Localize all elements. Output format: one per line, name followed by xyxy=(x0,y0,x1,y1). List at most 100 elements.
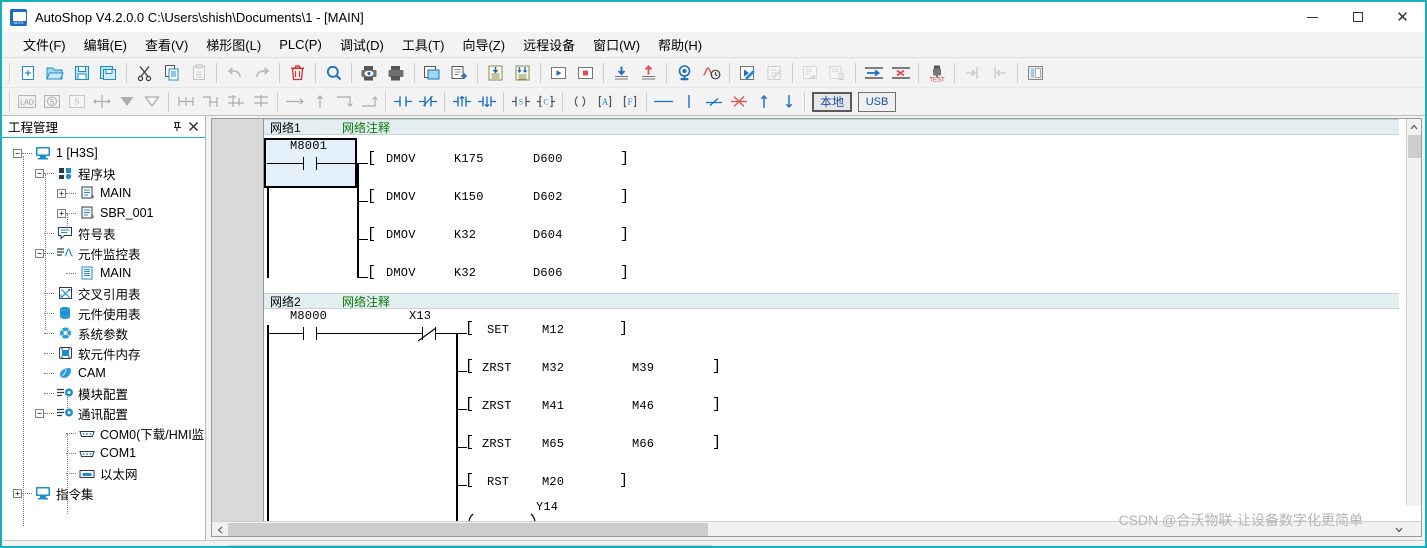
strip-scroll-track[interactable] xyxy=(229,543,1423,546)
branch-down-button[interactable] xyxy=(198,90,223,114)
ladder-vertical-scrollbar[interactable] xyxy=(1406,119,1421,506)
expander-expand-icon[interactable]: + xyxy=(57,208,66,218)
vertical-line-button[interactable] xyxy=(676,90,701,114)
tree-node-device-memory[interactable]: 软元件内存 xyxy=(2,343,205,363)
line-up-button[interactable] xyxy=(307,90,332,114)
expander-collapse-icon[interactable]: − xyxy=(35,168,44,178)
paste-button[interactable] xyxy=(185,60,212,86)
new-file-button[interactable] xyxy=(14,60,41,86)
tree-node-h3s[interactable]: − 1 [H3S] xyxy=(2,143,205,163)
network-comment[interactable]: 网络注释 xyxy=(342,119,390,136)
vertical-scroll-thumb[interactable] xyxy=(1408,135,1421,158)
panel-toggle-button[interactable] xyxy=(1022,60,1049,86)
pin-icon[interactable] xyxy=(169,119,185,135)
minimize-button[interactable] xyxy=(1290,2,1335,32)
insert-row-button[interactable] xyxy=(860,60,887,86)
stl-mode-button[interactable]: S xyxy=(39,90,64,114)
tree-node-monitor-main[interactable]: MAIN xyxy=(2,263,205,283)
falling-edge-button[interactable] xyxy=(474,90,499,114)
tree-node-system-params[interactable]: 系统参数 xyxy=(2,323,205,343)
cut-button[interactable] xyxy=(131,60,158,86)
step-in-button[interactable] xyxy=(959,60,986,86)
maximize-button[interactable] xyxy=(1335,2,1380,32)
insert-down-filled-button[interactable] xyxy=(114,90,139,114)
line-corner-up-button[interactable] xyxy=(357,90,382,114)
delete-button[interactable] xyxy=(284,60,311,86)
tree-node-device-usage[interactable]: 元件使用表 xyxy=(2,303,205,323)
tree-node-com0[interactable]: COM0(下载/HMI监 xyxy=(2,423,205,443)
line-right-button[interactable] xyxy=(282,90,307,114)
compile-button[interactable] xyxy=(797,60,824,86)
trend-chart-button[interactable] xyxy=(698,60,725,86)
branch-up-button[interactable] xyxy=(173,90,198,114)
step-out-button[interactable] xyxy=(986,60,1013,86)
print-button[interactable] xyxy=(383,60,410,86)
menu-edit[interactable]: 编辑(E) xyxy=(75,31,136,58)
monitor-button[interactable] xyxy=(671,60,698,86)
insert-down-hollow-button[interactable] xyxy=(139,90,164,114)
branch-split-button[interactable] xyxy=(248,90,273,114)
undo-button[interactable] xyxy=(221,60,248,86)
tree-node-ethernet[interactable]: 以太网 xyxy=(2,463,205,483)
menu-tools[interactable]: 工具(T) xyxy=(393,31,454,58)
ladder-canvas[interactable]: 网络1 网络注释 M8001 [DMOV K175 D600] [DMOV… xyxy=(264,119,1421,521)
usb-mode-button[interactable]: USB xyxy=(858,91,897,112)
menu-wizard[interactable]: 向导(Z) xyxy=(453,31,514,58)
local-mode-button[interactable]: 本地 xyxy=(812,91,853,112)
tree-node-main-program[interactable]: + s MAIN xyxy=(2,183,205,203)
copy-window-button[interactable] xyxy=(419,60,446,86)
save-all-button[interactable] xyxy=(95,60,122,86)
online-edit-button[interactable] xyxy=(734,60,761,86)
expander-collapse-icon[interactable]: − xyxy=(35,408,44,418)
menu-file[interactable]: 文件(F) xyxy=(14,31,75,58)
branch-merge-button[interactable] xyxy=(223,90,248,114)
print-preview-button[interactable] xyxy=(356,60,383,86)
menu-help[interactable]: 帮助(H) xyxy=(649,31,711,58)
strip-scroll-thumb[interactable] xyxy=(229,544,712,546)
tree-node-cross-reference[interactable]: 交叉引用表 xyxy=(2,283,205,303)
save-button[interactable] xyxy=(68,60,95,86)
menu-window[interactable]: 窗口(W) xyxy=(584,31,649,58)
write-to-plc-button[interactable] xyxy=(608,60,635,86)
plc-run-button[interactable] xyxy=(545,60,572,86)
tree-node-symbol-table[interactable]: 符号表 xyxy=(2,223,205,243)
insert-horizontal-button[interactable] xyxy=(89,90,114,114)
delete-cross-button[interactable] xyxy=(726,90,751,114)
arrow-up-button[interactable] xyxy=(751,90,776,114)
coil-c-button[interactable]: C xyxy=(533,90,558,114)
horizontal-line-button[interactable] xyxy=(651,90,676,114)
menu-ladder[interactable]: 梯形图(L) xyxy=(197,31,270,58)
delete-row-button[interactable] xyxy=(887,60,914,86)
strip-scroll-left-button[interactable] xyxy=(214,543,229,546)
redo-button[interactable] xyxy=(248,60,275,86)
expander-collapse-icon[interactable]: − xyxy=(13,148,22,158)
network-comment[interactable]: 网络注释 xyxy=(342,293,390,310)
scroll-left-button[interactable] xyxy=(212,522,227,536)
find-button[interactable] xyxy=(320,60,347,86)
tree-node-comm-config[interactable]: − 通讯配置 xyxy=(2,403,205,423)
menu-plc[interactable]: PLC(P) xyxy=(270,33,331,56)
tree-node-cam[interactable]: CAM xyxy=(2,363,205,383)
box-a-button[interactable]: A xyxy=(592,90,617,114)
tree-node-sbr-001[interactable]: + s SBR_001 xyxy=(2,203,205,223)
coil-button[interactable] xyxy=(567,90,592,114)
tree-node-device-monitor-table[interactable]: − 元件监控表 xyxy=(2,243,205,263)
tree-node-instruction-set[interactable]: + 指令集 xyxy=(2,483,205,503)
open-folder-button[interactable] xyxy=(41,60,68,86)
expander-expand-icon[interactable]: + xyxy=(13,488,22,498)
expander-collapse-icon[interactable]: − xyxy=(35,248,44,258)
read-from-plc-button[interactable] xyxy=(635,60,662,86)
usb-test-button[interactable]: TEST xyxy=(923,60,950,86)
tree-node-module-config[interactable]: 模块配置 xyxy=(2,383,205,403)
expander-expand-icon[interactable]: + xyxy=(57,188,66,198)
edit-note-button[interactable] xyxy=(761,60,788,86)
menu-remote-device[interactable]: 远程设备 xyxy=(514,31,584,58)
horizontal-scroll-thumb[interactable] xyxy=(228,523,708,536)
contact-no-button[interactable] xyxy=(390,90,415,114)
set-contact-button[interactable]: S xyxy=(508,90,533,114)
scroll-up-button[interactable] xyxy=(1407,119,1421,134)
export-window-button[interactable] xyxy=(446,60,473,86)
tree-node-com1[interactable]: COM1 xyxy=(2,443,205,463)
rising-edge-button[interactable] xyxy=(449,90,474,114)
plc-stop-button[interactable] xyxy=(572,60,599,86)
